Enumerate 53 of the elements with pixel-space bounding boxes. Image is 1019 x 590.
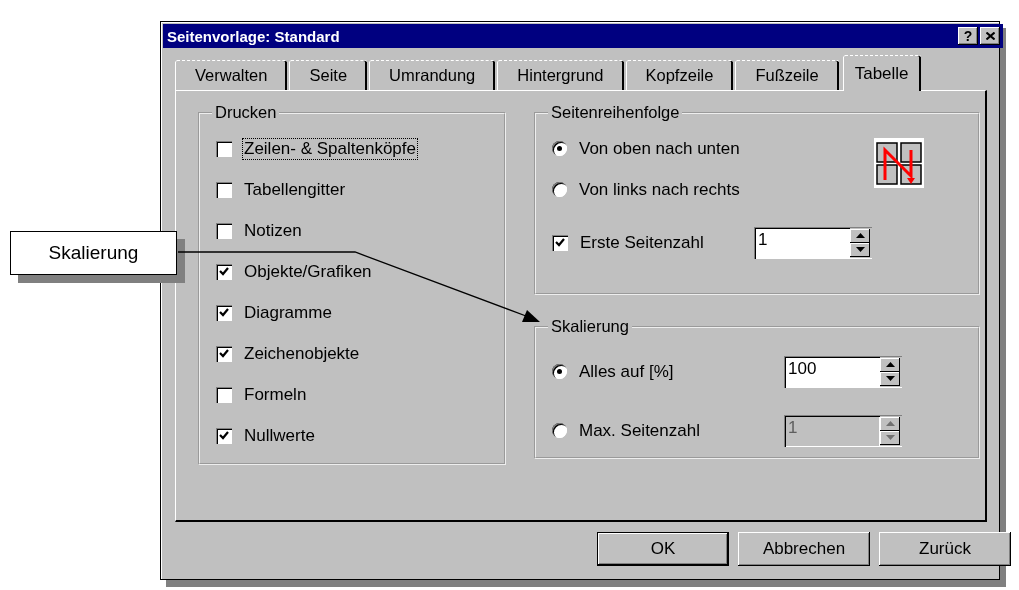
tab[interactable]: Seite	[289, 60, 368, 90]
dialog-button[interactable]: Zurück	[879, 532, 1011, 566]
number-field[interactable]: 100	[784, 355, 880, 388]
tab[interactable]: Tabelle	[842, 55, 921, 91]
tab[interactable]: Kopfzeile	[625, 60, 734, 90]
radio-label[interactable]: Von oben nach unten	[577, 137, 742, 160]
checkbox[interactable]	[216, 427, 232, 444]
triangle-down-icon	[885, 376, 895, 381]
checkbox-label[interactable]: Diagramme	[242, 301, 334, 324]
window-title: Seitenvorlage: Standard	[167, 27, 341, 45]
checkbox[interactable]	[216, 181, 232, 198]
radio-label[interactable]: Alles auf [%]	[577, 360, 676, 383]
checkbox[interactable]	[216, 263, 232, 280]
checkbox-label[interactable]: Tabellengitter	[242, 178, 348, 201]
spin-up-button[interactable]	[880, 416, 900, 431]
group-title: Skalierung	[550, 317, 630, 336]
close-icon	[985, 32, 995, 40]
group-title: Seitenreihenfolge	[550, 103, 681, 122]
checkbox-label[interactable]: Zeilen- & Spaltenköpfe	[242, 137, 418, 160]
help-button[interactable]: ?	[958, 27, 978, 45]
tab[interactable]: Verwalten	[175, 60, 288, 90]
checkbox-label[interactable]: Nullwerte	[242, 424, 317, 447]
triangle-up-icon	[885, 362, 895, 367]
radio-button[interactable]	[552, 141, 567, 156]
checkbox[interactable]	[216, 140, 232, 157]
page-order-icon	[874, 138, 924, 188]
dialog-button[interactable]: Abbrechen	[738, 532, 870, 566]
dialog-button[interactable]: OK	[597, 532, 729, 566]
triangle-up-icon	[855, 233, 865, 238]
group-title: Drucken	[214, 103, 278, 122]
checkbox-label[interactable]: Objekte/Grafiken	[242, 260, 374, 283]
checkbox[interactable]	[216, 222, 232, 239]
tab[interactable]: Umrandung	[369, 60, 496, 90]
triangle-down-icon	[855, 247, 865, 252]
tab[interactable]: Hintergrund	[497, 60, 624, 90]
checkbox-label[interactable]: Formeln	[242, 383, 309, 406]
radio-label[interactable]: Von links nach rechts	[577, 178, 742, 201]
checkbox[interactable]	[216, 304, 232, 321]
checkbox-label[interactable]: Notizen	[242, 219, 304, 242]
number-field[interactable]: 1	[754, 226, 850, 259]
checkbox[interactable]	[216, 345, 232, 362]
triangle-down-icon	[885, 435, 895, 440]
checkbox[interactable]	[216, 386, 232, 403]
close-button[interactable]	[980, 27, 1000, 45]
radio-button[interactable]	[552, 364, 567, 379]
checkbox-label[interactable]: Erste Seitenzahl	[578, 231, 706, 254]
tab[interactable]: Fußzeile	[735, 60, 839, 90]
radio-button[interactable]	[552, 182, 567, 197]
triangle-up-icon	[885, 421, 895, 426]
checkbox[interactable]	[552, 234, 568, 251]
spin-up-button[interactable]	[880, 357, 900, 372]
spin-up-button[interactable]	[850, 228, 870, 243]
checkbox-label[interactable]: Zeichenobjekte	[242, 342, 362, 365]
